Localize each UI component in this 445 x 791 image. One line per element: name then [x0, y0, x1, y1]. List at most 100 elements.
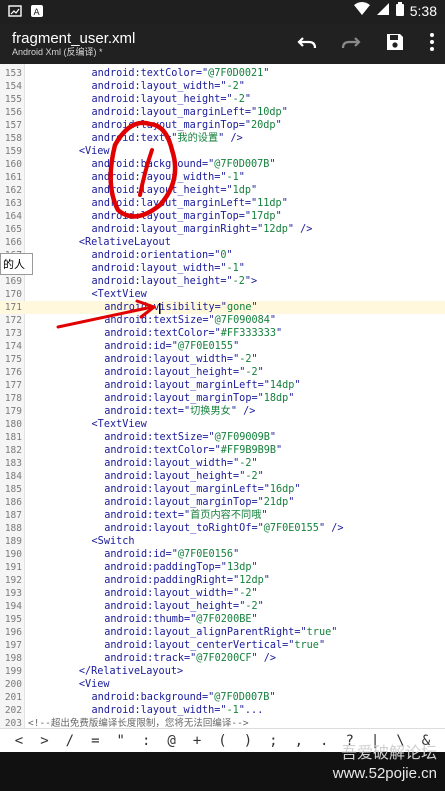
code-line[interactable]: 190 android:id="@7F0E0156"	[0, 548, 445, 561]
code-line[interactable]: 192 android:paddingRight="12dp"	[0, 574, 445, 587]
symbol-key[interactable]: >	[33, 733, 55, 749]
code-line[interactable]: 168android:layout_width="-1"	[0, 262, 445, 275]
symbol-key[interactable]: @	[161, 733, 183, 749]
code-line[interactable]: 191 android:paddingTop="13dp"	[0, 561, 445, 574]
file-subtitle: Android Xml (反编译) *	[12, 47, 103, 57]
code-line[interactable]: 184 android:layout_height="-2"	[0, 470, 445, 483]
notification-app-icon: A	[30, 3, 44, 22]
code-text: <!--超出免费版编译长度限制，您将无法回编译-->	[28, 718, 249, 728]
line-number: 192	[4, 575, 22, 586]
status-bar: A 5:38	[0, 0, 445, 24]
line-number: 195	[4, 614, 22, 625]
line-number: 196	[4, 627, 22, 638]
more-vert-icon[interactable]	[429, 32, 435, 56]
code-text: android:layout_width="-2"	[91, 81, 245, 92]
symbol-key[interactable]: (	[212, 733, 234, 749]
symbol-key[interactable]: ,	[288, 733, 310, 749]
code-line[interactable]: 194 android:layout_height="-2"	[0, 600, 445, 613]
code-line[interactable]: 166 <RelativeLayout	[0, 236, 445, 249]
code-line[interactable]: 199 </RelativeLayout>	[0, 665, 445, 678]
code-line[interactable]: 172 android:textSize="@7F090084"	[0, 314, 445, 327]
code-line[interactable]: 163 android:layout_marginLeft="11dp"	[0, 197, 445, 210]
code-line[interactable]: 201 android:background="@7F0D007B"	[0, 691, 445, 704]
symbol-key[interactable]: ;	[262, 733, 284, 749]
line-number: 191	[4, 562, 22, 573]
line-number: 161	[4, 172, 22, 183]
code-text: android:layout_width="-1"...	[91, 705, 264, 716]
code-line[interactable]: 187 android:text="首页内容不同哦"	[0, 509, 445, 522]
code-text: android:layout_marginRight="12dp" />	[91, 224, 313, 235]
code-line[interactable]: 158 android:text="我的设置" />	[0, 132, 445, 145]
code-line[interactable]: 181 android:textSize="@7F09009B"	[0, 431, 445, 444]
code-line[interactable]: 189 <Switch	[0, 535, 445, 548]
code-text: </RelativeLayout>	[78, 666, 184, 677]
line-number: 183	[4, 458, 22, 469]
code-line[interactable]: 185 android:layout_marginLeft="16dp"	[0, 483, 445, 496]
symbol-key[interactable]: :	[135, 733, 157, 749]
code-line[interactable]: 156 android:layout_marginLeft="10dp"	[0, 106, 445, 119]
undo-icon[interactable]	[297, 32, 317, 56]
code-editor[interactable]: 153 android:textColor="@7F0D0021" 154 andro…	[0, 64, 445, 728]
line-number: 203	[4, 718, 22, 728]
symbol-key[interactable]: )	[237, 733, 259, 749]
code-line[interactable]: 171 android:visibility="gone"	[0, 301, 445, 314]
code-line[interactable]: 164 android:layout_marginTop="17dp"	[0, 210, 445, 223]
code-line[interactable]: 186 android:layout_marginTop="21dp"	[0, 496, 445, 509]
line-number: 166	[4, 237, 22, 248]
save-icon[interactable]	[385, 32, 405, 56]
code-line[interactable]: 180 <TextView	[0, 418, 445, 431]
code-line[interactable]: 173 android:textColor="#FF333333"	[0, 327, 445, 340]
code-line[interactable]: 155 android:layout_height="-2"	[0, 93, 445, 106]
code-line[interactable]: 197 android:layout_centerVertical="true"	[0, 639, 445, 652]
code-line[interactable]: 159 <View	[0, 145, 445, 158]
line-number: 171	[4, 302, 22, 313]
symbol-key[interactable]: /	[59, 733, 81, 749]
symbol-key[interactable]: =	[84, 733, 106, 749]
line-number: 185	[4, 484, 22, 495]
code-line[interactable]: 161 android:layout_width="-1"	[0, 171, 445, 184]
code-line[interactable]: 183 android:layout_width="-2"	[0, 457, 445, 470]
code-line[interactable]: 176 android:layout_height="-2"	[0, 366, 445, 379]
code-line[interactable]: 182 android:textColor="#FF9B9B9B"	[0, 444, 445, 457]
code-line[interactable]: 162 android:layout_height="1dp"	[0, 184, 445, 197]
code-text: android:layout_width="-2"	[104, 458, 258, 469]
code-line[interactable]: 153 android:textColor="@7F0D0021"	[0, 67, 445, 80]
code-line[interactable]: 169 android:layout_height="-2">	[0, 275, 445, 288]
code-line[interactable]: 195 android:thumb="@7F0200BE"	[0, 613, 445, 626]
code-line[interactable]: 165 android:layout_marginRight="12dp" />	[0, 223, 445, 236]
code-line[interactable]: 188 android:layout_toRightOf="@7F0E0155" …	[0, 522, 445, 535]
line-number: 164	[4, 211, 22, 222]
code-line[interactable]: 198 android:track="@7F0200CF" />	[0, 652, 445, 665]
code-line[interactable]: 160 android:background="@7F0D007B"	[0, 158, 445, 171]
line-number: 201	[4, 692, 22, 703]
code-line[interactable]: 167android:orientation="0"	[0, 249, 445, 262]
code-line[interactable]: 177 android:layout_marginLeft="14dp"	[0, 379, 445, 392]
line-number: 156	[4, 107, 22, 118]
code-line[interactable]: 157 android:layout_marginTop="20dp"	[0, 119, 445, 132]
code-text: android:paddingRight="12dp"	[104, 575, 270, 586]
code-line[interactable]: 179 android:text="切换男女" />	[0, 405, 445, 418]
code-line[interactable]: 193 android:layout_width="-2"	[0, 587, 445, 600]
code-line[interactable]: 175 android:layout_width="-2"	[0, 353, 445, 366]
symbol-key[interactable]: "	[110, 733, 132, 749]
line-number: 202	[4, 705, 22, 716]
code-text: android:layout_marginTop="18dp"	[104, 393, 295, 404]
code-line[interactable]: 202 android:layout_width="-1"...	[0, 704, 445, 717]
symbol-key[interactable]: <	[8, 733, 30, 749]
code-text: android:layout_height="-2"	[104, 601, 264, 612]
code-text: android:layout_marginLeft="16dp"	[104, 484, 301, 495]
code-text: android:id="@7F0E0155"	[104, 341, 240, 352]
code-line[interactable]: 154 android:layout_width="-2"	[0, 80, 445, 93]
code-line[interactable]: 174 android:id="@7F0E0155"	[0, 340, 445, 353]
code-text: android:layout_width="-1"	[91, 263, 245, 274]
code-text: android:layout_marginTop="21dp"	[104, 497, 295, 508]
code-line[interactable]: 170 <TextView	[0, 288, 445, 301]
code-text: android:textColor="#FF9B9B9B"	[104, 445, 283, 456]
redo-icon[interactable]	[341, 32, 361, 56]
code-text: android:layout_height="1dp"	[91, 185, 258, 196]
code-line[interactable]: 200 <View	[0, 678, 445, 691]
code-line[interactable]: 196 android:layout_alignParentRight="true…	[0, 626, 445, 639]
code-line[interactable]: 203 <!--超出免费版编译长度限制，您将无法回编译-->	[0, 717, 445, 728]
symbol-key[interactable]: +	[186, 733, 208, 749]
code-line[interactable]: 178 android:layout_marginTop="18dp"	[0, 392, 445, 405]
